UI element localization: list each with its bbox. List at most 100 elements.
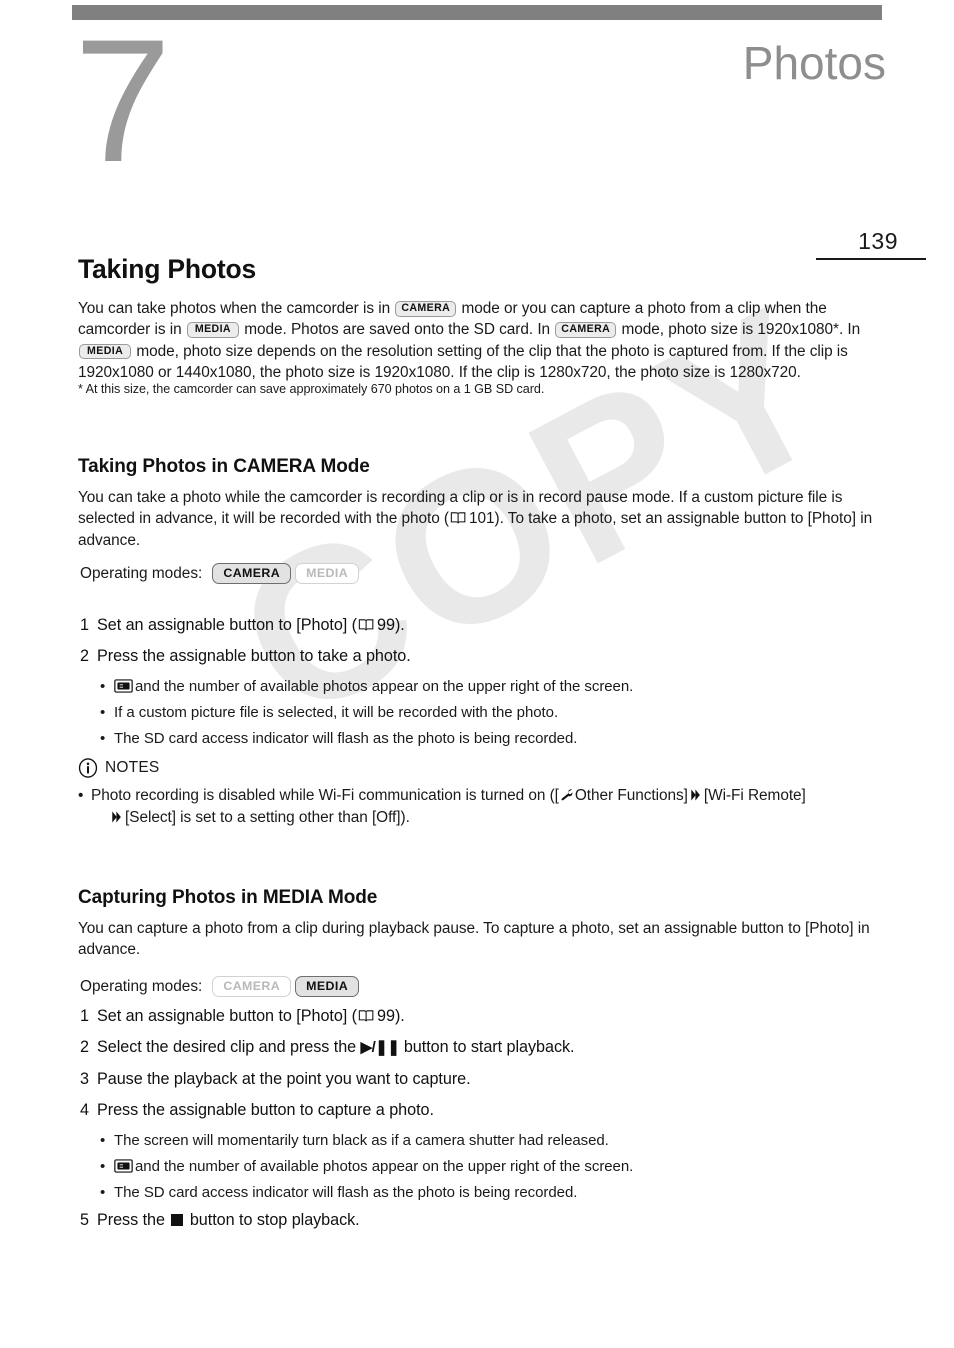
step-text: Set an assignable button to [Photo] ( 99)… — [97, 614, 890, 636]
bullet-dot: • — [100, 730, 106, 747]
note-text-c: [Wi-Fi Remote] — [703, 787, 806, 804]
step-number: 4 — [80, 1101, 89, 1119]
note-item: • Photo recording is disabled while Wi-F… — [78, 785, 888, 829]
list-item: • and the number of available photos app… — [80, 1156, 890, 1177]
chapter-top-bar — [72, 5, 882, 20]
step-text-after: ). — [394, 1007, 405, 1025]
media-intro-paragraph: You can capture a photo from a clip duri… — [78, 920, 870, 959]
bullet-dot: • — [100, 704, 106, 721]
camera-page-ref: 101 — [469, 510, 495, 528]
step-text-after: button to stop playback. — [189, 1211, 360, 1229]
media-bullets-list: • The screen will momentarily turn black… — [80, 1130, 890, 1203]
list-item: • The SD card access indicator will flas… — [80, 1182, 890, 1203]
step-text-after: ). — [394, 616, 405, 634]
step-item: 5 Press the button to stop playback. — [80, 1209, 890, 1231]
book-icon — [450, 512, 466, 525]
operating-modes-camera: Operating modes: CAMERA MEDIA — [80, 563, 360, 585]
intro-paragraph: You can take photos when the camcorder i… — [78, 298, 878, 383]
bullet-dot: • — [100, 678, 106, 695]
operating-modes-label-camera: Operating modes: — [80, 564, 203, 582]
intro-text-4: mode, photo size is 1920x1080*. In — [621, 321, 861, 339]
sd-card-icon — [114, 679, 133, 693]
stop-square-icon — [171, 1214, 184, 1226]
note-text-a: Photo recording is disabled while Wi-Fi … — [91, 787, 559, 804]
step-text-before: Press the — [97, 1211, 165, 1229]
list-item: • and the number of available photos app… — [80, 676, 890, 697]
step-text: Pause the playback at the point you want… — [97, 1070, 471, 1088]
step-text: Press the assignable button to capture a… — [97, 1101, 434, 1119]
note-text-d: [Select] is set to a setting other than … — [125, 809, 410, 826]
list-item: • If a custom picture file is selected, … — [80, 702, 890, 723]
step-number: 3 — [80, 1070, 89, 1088]
bullet-text: The SD card access indicator will flash … — [114, 730, 578, 747]
camera-intro-paragraph: You can take a photo while the camcorder… — [78, 487, 878, 551]
double-chevron-right-icon — [112, 811, 121, 823]
sd-card-icon — [114, 1159, 133, 1173]
mode-badge-camera: CAMERA — [212, 563, 292, 585]
bullet-text: and the number of available photos appea… — [114, 1156, 633, 1177]
mode-badge-media: MEDIA — [295, 976, 360, 998]
page-number-block: 139 — [816, 228, 926, 260]
inline-badge-media-2: MEDIA — [79, 343, 132, 360]
step-number: 5 — [80, 1211, 89, 1229]
inline-badge-camera-2: CAMERA — [555, 322, 617, 338]
bullet-label: and the number of available photos appea… — [135, 678, 634, 695]
step-text-before: Select the desired clip and press the — [97, 1038, 357, 1056]
book-icon — [358, 619, 374, 631]
mode-badge-media: MEDIA — [295, 563, 360, 585]
step-text-before: Set an assignable button to [Photo] ( — [97, 1007, 358, 1025]
step-text: Set an assignable button to [Photo] ( 99)… — [97, 1005, 890, 1027]
book-icon — [358, 1010, 374, 1022]
step-number: 1 — [80, 1007, 89, 1025]
bullet-label: and the number of available photos appea… — [135, 1158, 634, 1175]
step-item: 1 Set an assignable button to [Photo] ( 9… — [80, 614, 890, 636]
note-text: Photo recording is disabled while Wi-Fi … — [91, 785, 888, 829]
step-item: 1 Set an assignable button to [Photo] ( 9… — [80, 1005, 890, 1027]
step-page-ref: 99 — [377, 1007, 395, 1025]
notes-header: NOTES — [78, 758, 888, 778]
operating-modes-media: Operating modes: CAMERA MEDIA — [80, 976, 360, 998]
mode-badge-camera: CAMERA — [212, 976, 292, 998]
operating-modes-label-media: Operating modes: — [80, 977, 203, 995]
bullet-text: The SD card access indicator will flash … — [114, 1184, 578, 1201]
note-text-b: Other Functions] — [574, 787, 688, 804]
section-heading-media: Capturing Photos in MEDIA Mode — [78, 887, 378, 908]
note-text-d-wrap: [Select] is set to a setting other than … — [91, 807, 888, 829]
intro-text-5: mode, photo size depends on the resoluti… — [78, 342, 848, 381]
step-text-before: Set an assignable button to [Photo] ( — [97, 616, 358, 634]
camera-bullets-list: • and the number of available photos app… — [80, 676, 890, 749]
wrench-icon — [561, 789, 573, 801]
step-item: 3 Pause the playback at the point you wa… — [80, 1068, 890, 1090]
page-number-rule — [816, 258, 926, 260]
bullet-dot: • — [100, 1158, 106, 1175]
step-number: 2 — [80, 647, 89, 665]
step-item: 2 Select the desired clip and press the … — [80, 1036, 890, 1059]
step-text-after: button to start playback. — [403, 1038, 575, 1056]
step-item: 4 Press the assignable button to capture… — [80, 1099, 890, 1121]
info-circle-icon — [78, 758, 98, 778]
page-title: Taking Photos — [78, 254, 256, 284]
bullet-dot: • — [78, 787, 84, 804]
step-text: Press the assignable button to take a ph… — [97, 647, 411, 665]
step-number: 1 — [80, 616, 89, 634]
intro-text-1: You can take photos when the camcorder i… — [78, 300, 391, 317]
step-number: 2 — [80, 1038, 89, 1056]
mode-badge-group-camera: CAMERA MEDIA — [212, 563, 360, 585]
step-text: Press the button to stop playback. — [97, 1209, 890, 1231]
inline-badge-media-1: MEDIA — [186, 322, 239, 338]
inline-badge-camera-1: CAMERA — [395, 301, 457, 317]
media-steps-list: 1 Set an assignable button to [Photo] ( 9… — [80, 1005, 890, 1240]
notes-label: NOTES — [105, 759, 160, 776]
section-heading-camera: Taking Photos in CAMERA Mode — [78, 456, 370, 477]
list-item: • The screen will momentarily turn black… — [80, 1130, 890, 1151]
intro-text-3: mode. Photos are saved onto the SD card.… — [244, 321, 551, 339]
mode-badge-group-media: CAMERA MEDIA — [212, 976, 360, 998]
play-pause-icon: ▶/❚❚ — [360, 1039, 400, 1056]
page-number: 139 — [858, 228, 898, 254]
bullet-text: If a custom picture file is selected, it… — [114, 704, 559, 721]
list-item: • The SD card access indicator will flas… — [80, 728, 890, 749]
step-page-ref: 99 — [377, 616, 395, 634]
bullet-dot: • — [100, 1184, 106, 1201]
bullet-dot: • — [100, 1132, 106, 1149]
chapter-title: Photos — [742, 37, 886, 89]
